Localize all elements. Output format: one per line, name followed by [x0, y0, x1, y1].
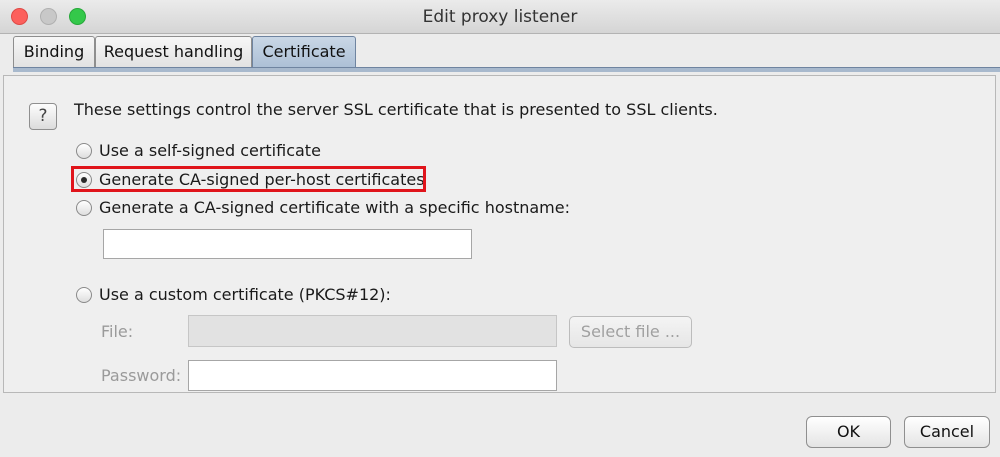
- highlight-box: [71, 166, 426, 192]
- certificate-panel: ? These settings control the server SSL …: [3, 75, 996, 393]
- window-title: Edit proxy listener: [422, 7, 578, 27]
- ok-button[interactable]: OK: [806, 416, 891, 448]
- radio-custom-certificate[interactable]: [76, 287, 92, 303]
- password-label: Password:: [101, 366, 182, 385]
- radio-self-signed[interactable]: [76, 143, 92, 159]
- password-input[interactable]: [188, 360, 557, 391]
- file-label: File:: [101, 322, 134, 341]
- tab-certificate[interactable]: Certificate: [252, 36, 356, 67]
- intro-text: These settings control the server SSL ce…: [74, 100, 718, 119]
- title-bar: Edit proxy listener: [0, 0, 1000, 34]
- radio-specific-hostname[interactable]: [76, 200, 92, 216]
- tab-binding[interactable]: Binding: [13, 36, 95, 67]
- hostname-input[interactable]: [103, 229, 472, 259]
- cancel-button[interactable]: Cancel: [904, 416, 990, 448]
- option-label: Use a custom certificate (PKCS#12):: [99, 285, 391, 304]
- option-label: Generate a CA-signed certificate with a …: [99, 198, 570, 217]
- select-file-button[interactable]: Select file ...: [569, 316, 692, 348]
- tab-request-handling[interactable]: Request handling: [95, 36, 252, 67]
- help-icon[interactable]: ?: [29, 103, 57, 130]
- tab-strip: [13, 67, 1000, 72]
- file-input[interactable]: [188, 315, 557, 347]
- option-label: Use a self-signed certificate: [99, 141, 321, 160]
